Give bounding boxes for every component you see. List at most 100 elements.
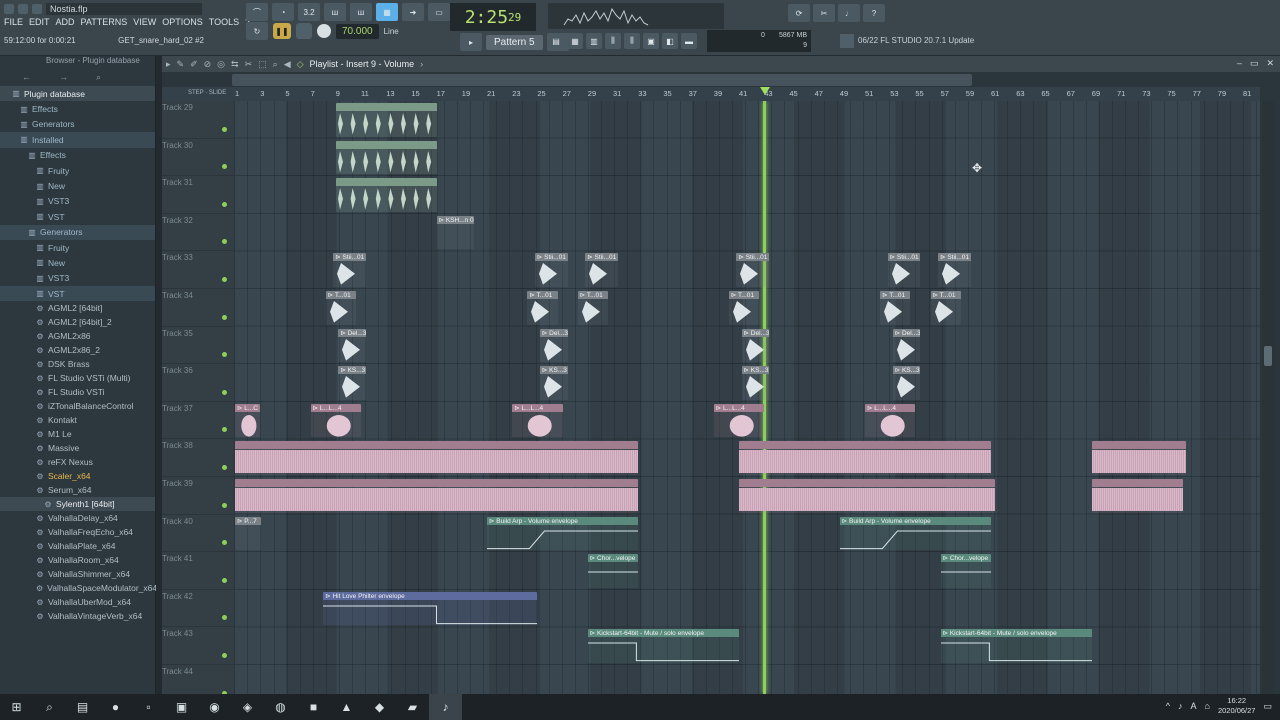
browser-item[interactable]: ⚙ ValhallaFreqEcho_x64 xyxy=(0,525,155,539)
blend-notes-icon[interactable]: ш xyxy=(350,3,372,21)
playlist-clip[interactable] xyxy=(335,178,437,212)
browser-item[interactable]: ⚙ DSK Brass xyxy=(0,357,155,371)
playlist-clip[interactable]: ⊳ T...01 xyxy=(728,291,760,325)
browser-item[interactable]: ▥ Plugin database xyxy=(0,86,155,102)
browser-item[interactable]: ⚙ ValhallaRoom_x64 xyxy=(0,553,155,567)
menu-patterns[interactable]: PATTERNS xyxy=(81,17,128,27)
mixer-icon[interactable]: ⫼ xyxy=(605,33,621,49)
playlist-clip[interactable] xyxy=(1091,479,1183,513)
mute-tool-icon[interactable]: ◎ xyxy=(217,59,225,70)
browser-item[interactable]: ⚙ FL Studio VSTi xyxy=(0,385,155,399)
menu-options[interactable]: OPTIONS xyxy=(162,17,203,27)
browser-item[interactable]: ▥ VST3 xyxy=(0,271,155,286)
volume-icon[interactable]: ♪ xyxy=(1178,701,1183,711)
clock[interactable]: 16:22 2020/06/27 xyxy=(1218,696,1256,716)
browser-item[interactable]: ▥ Fruity xyxy=(0,163,155,178)
browser-item[interactable]: ⚙ reFX Nexus xyxy=(0,455,155,469)
track-header[interactable]: Track 32 xyxy=(162,214,234,252)
paint-tool-icon[interactable]: ✐ xyxy=(190,59,198,70)
browser-item[interactable]: ▥ New xyxy=(0,255,155,270)
browser-item[interactable]: ▥ New xyxy=(0,178,155,193)
playlist-clip[interactable]: ⊳ KSH...n 02 xyxy=(436,215,475,250)
browser-item[interactable]: ⚙ Kontakt xyxy=(0,413,155,427)
browser-item[interactable]: ⚙ ValhallaPlate_x64 xyxy=(0,539,155,553)
step-edit-icon[interactable]: ш xyxy=(324,3,346,21)
playlist-maximize-icon[interactable]: ▭ xyxy=(1250,58,1259,69)
select-tool-icon[interactable]: ⬚ xyxy=(258,59,267,70)
track-header[interactable]: Track 34 xyxy=(162,289,234,327)
track-header[interactable]: Track 38 xyxy=(162,439,234,477)
plugin-picker-icon[interactable]: ◧ xyxy=(662,33,678,49)
fl-studio-icon[interactable]: ♪ xyxy=(429,694,462,720)
channel-rack-icon[interactable]: ▦ xyxy=(567,33,583,49)
playlist-horizontal-scrollbar[interactable] xyxy=(232,74,972,86)
play-button[interactable]: ❚❚ xyxy=(273,23,291,39)
browser-item[interactable]: ⚙ Serum_x64 xyxy=(0,483,155,497)
browser-item[interactable]: ▥ VST3 xyxy=(0,194,155,209)
track-header[interactable]: Track 33 xyxy=(162,251,234,289)
playlist-grid[interactable]: ⊳ KSH...n 02 ⊳ Stii...01 ⊳ Stii...01 ⊳ Stii… xyxy=(235,101,1260,694)
playlist-arrow-icon[interactable]: ◇ xyxy=(297,59,304,70)
wait-input-icon[interactable]: ◔ xyxy=(272,3,294,21)
microphone-icon[interactable]: ♩ xyxy=(838,4,860,22)
track-enable-led[interactable] xyxy=(222,389,227,395)
browser-forward-icon[interactable]: → xyxy=(59,72,68,82)
browser-item[interactable]: ⚙ ValhallaSpaceModulator_x64 xyxy=(0,581,157,595)
steam-icon[interactable]: ◈ xyxy=(231,694,264,720)
playlist-clip[interactable]: ⊳ T...01 xyxy=(930,291,961,325)
record-button[interactable] xyxy=(317,24,331,38)
playlist-clip[interactable] xyxy=(235,441,639,475)
browser-item[interactable]: ⚙ AGML2x86_2 xyxy=(0,343,155,357)
playlist-clip[interactable]: ⊳ L...L...4 xyxy=(310,403,361,438)
count-in-icon[interactable]: 3.2 xyxy=(298,3,320,21)
pattern-prev-icon[interactable]: ▸ xyxy=(460,33,482,51)
loop-record-icon[interactable]: ▭ xyxy=(428,3,450,21)
menu-tools[interactable]: TOOLS xyxy=(209,17,239,27)
app-icon[interactable]: ▫ xyxy=(132,694,165,720)
tools-icon[interactable]: ✂ xyxy=(813,4,835,22)
browser-item[interactable]: ⚙ AGML2x86 xyxy=(0,329,155,343)
refresh-icon[interactable]: ⟳ xyxy=(788,4,810,22)
track-header[interactable]: Track 30 xyxy=(162,139,234,177)
stop-button[interactable] xyxy=(296,23,312,39)
scroll-thumb[interactable] xyxy=(1264,346,1272,366)
help-icon[interactable]: ? xyxy=(863,4,885,22)
playlist-clip[interactable]: ⊳ Stii...01 xyxy=(887,253,921,287)
typing-keyboard-icon[interactable]: ▦ xyxy=(376,3,398,21)
browser-search-icon[interactable]: ⌕ xyxy=(96,72,101,83)
track-header[interactable]: Track 29 xyxy=(162,101,234,139)
track-enable-led[interactable] xyxy=(222,164,227,170)
track-header[interactable]: Track 37 xyxy=(162,402,234,440)
browser-item[interactable]: ⚙ ValhallaUberMod_x64 xyxy=(0,595,155,609)
browser-item[interactable]: ▥ Installed xyxy=(0,132,155,148)
playlist-clip[interactable] xyxy=(739,479,995,513)
playlist-clip[interactable] xyxy=(335,103,437,137)
mixer-icon-2[interactable]: ⫼ xyxy=(624,33,640,49)
step-button[interactable]: STEP · SLIDE xyxy=(188,90,226,96)
track-enable-led[interactable] xyxy=(222,577,227,583)
browser-item[interactable]: ⚙ AGML2 [64bit] xyxy=(0,301,155,315)
file-explorer-icon[interactable]: ▤ xyxy=(66,694,99,720)
playlist-menu-icon[interactable]: ▸ xyxy=(166,59,171,70)
track-enable-led[interactable] xyxy=(222,239,227,245)
browser-item[interactable]: ⚙ FL Studio VSTi (Multi) xyxy=(0,371,155,385)
browser-item[interactable]: ⚙ ValhallaDelay_x64 xyxy=(0,511,155,525)
track-header[interactable]: Track 43 xyxy=(162,627,234,665)
green-app-icon[interactable]: ▰ xyxy=(396,694,429,720)
arrow-icon[interactable]: ➜ xyxy=(402,3,424,21)
browser-item[interactable]: ▥ Generators xyxy=(0,117,155,132)
browser-item[interactable]: ⚙ Sylenth1 [64bit] xyxy=(0,497,155,512)
track-header[interactable]: Track 36 xyxy=(162,364,234,402)
track-header[interactable]: Track 42 xyxy=(162,590,234,628)
track-enable-led[interactable] xyxy=(222,464,227,470)
playlist-clip[interactable]: ⊳ KS...3 xyxy=(892,366,921,400)
playlist-clip[interactable]: ⊳ Kickstart-64bit - Mute / solo envelope xyxy=(587,629,739,663)
media-icon[interactable]: ▣ xyxy=(165,694,198,720)
spotify-icon[interactable]: ◍ xyxy=(264,694,297,720)
playlist-clip[interactable]: ⊳ T...01 xyxy=(527,291,558,325)
draw-tool-icon[interactable]: ✎ xyxy=(177,59,185,70)
edge-icon[interactable]: ◉ xyxy=(198,694,231,720)
menu-edit[interactable]: EDIT xyxy=(29,17,50,27)
playlist-clip[interactable]: ⊳ Stii...01 xyxy=(736,253,770,287)
browser-item[interactable]: ⚙ M1 Le xyxy=(0,427,155,441)
